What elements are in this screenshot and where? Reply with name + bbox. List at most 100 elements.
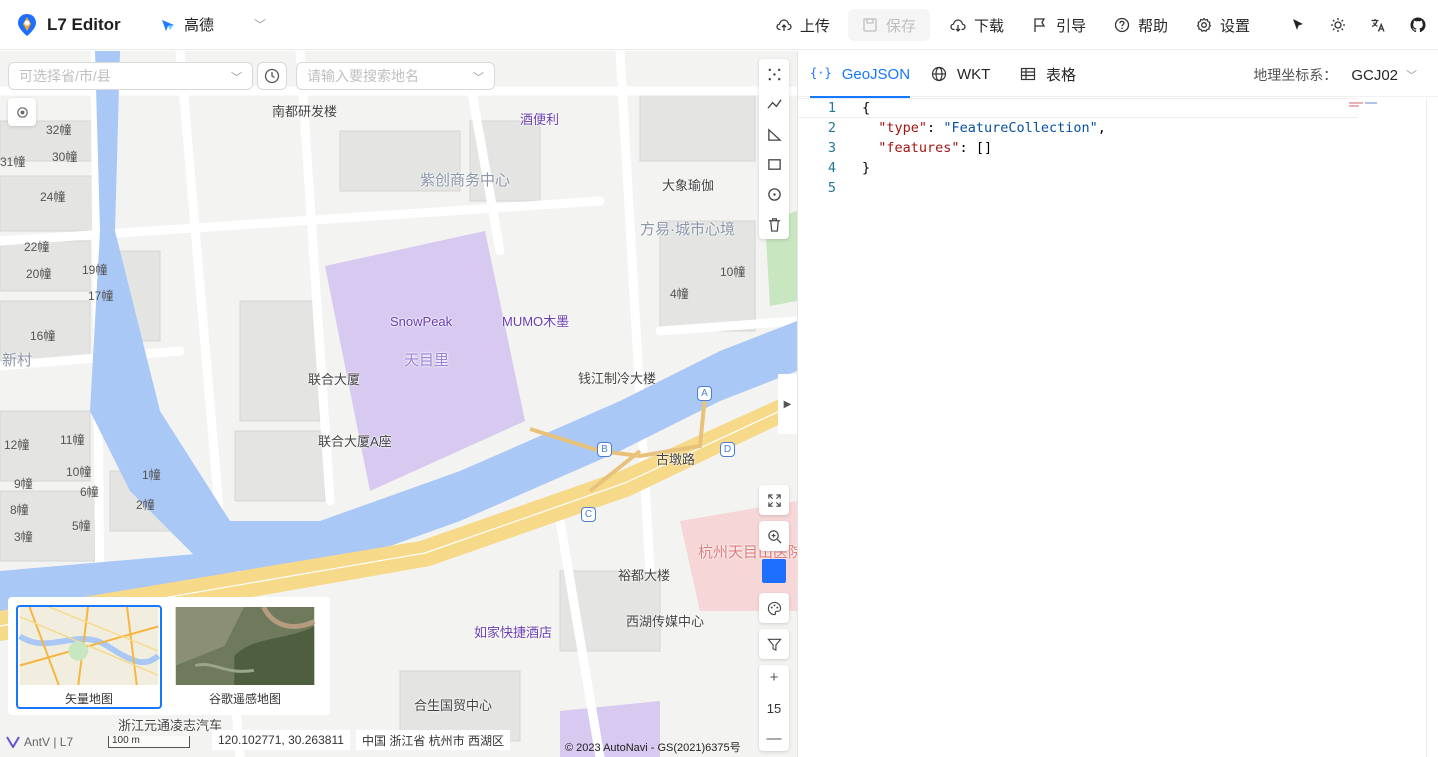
poi-label[interactable]: 钱江制冷大楼 bbox=[578, 368, 656, 387]
code-line[interactable]: 1{ bbox=[798, 98, 1358, 118]
code-line[interactable]: 2 "type": "FeatureCollection", bbox=[798, 118, 1358, 138]
theme-palette-button[interactable] bbox=[759, 593, 789, 623]
help-button[interactable]: 帮助 bbox=[1100, 9, 1182, 41]
building-label: 22幢 bbox=[24, 240, 50, 254]
top-header: L7 Editor 高德 ﹀ 上传 保存 下载 引导 帮助 设置 bbox=[0, 0, 1438, 50]
building-label: 2幢 bbox=[136, 498, 155, 512]
poi-label[interactable]: 如家快捷酒店 bbox=[474, 622, 552, 641]
draw-point-button[interactable] bbox=[759, 59, 789, 89]
building-label: 9幢 bbox=[14, 477, 33, 491]
data-panel: {·} GeoJSON WKT 表格 地理坐标系： GCJ02 ﹀ 1{2 "t… bbox=[797, 51, 1438, 757]
poi-label[interactable]: 紫创商务中心 bbox=[420, 169, 510, 190]
poi-label[interactable]: 裕都大楼 bbox=[618, 565, 670, 584]
history-button[interactable] bbox=[257, 62, 287, 90]
zoom-to-feature-button[interactable] bbox=[759, 521, 789, 551]
metro-exit-marker[interactable]: C bbox=[581, 507, 596, 522]
code-editor[interactable]: 1{2 "type": "FeatureCollection", 3 "featu… bbox=[798, 98, 1438, 757]
metro-exit-marker[interactable]: B bbox=[597, 442, 612, 457]
line-number: 5 bbox=[827, 180, 836, 196]
draw-rect-button[interactable] bbox=[759, 149, 789, 179]
language-toggle-button[interactable] bbox=[1358, 9, 1398, 41]
tab-geojson[interactable]: {·} GeoJSON bbox=[810, 51, 911, 98]
vector-map-thumbnail bbox=[18, 607, 160, 685]
guide-label: 引导 bbox=[1055, 17, 1086, 35]
circle-icon bbox=[767, 187, 781, 201]
poi-label[interactable]: 联合大厦A座 bbox=[318, 431, 392, 450]
building-label: 8幢 bbox=[10, 503, 29, 517]
settings-label: 设置 bbox=[1219, 17, 1250, 35]
map-provider-select[interactable]: 高德 ﹀ bbox=[160, 14, 266, 35]
palette-icon bbox=[767, 601, 781, 615]
filter-button[interactable] bbox=[759, 629, 789, 659]
antv-logo: AntV | L7 bbox=[6, 735, 73, 749]
locate-button[interactable] bbox=[8, 98, 36, 126]
sun-icon bbox=[1331, 18, 1345, 32]
scale-label: 100 m bbox=[112, 735, 140, 746]
editor-minimap bbox=[1349, 102, 1377, 107]
building-label: 6幢 bbox=[80, 485, 99, 499]
poi-label[interactable]: MUMO木墨 bbox=[502, 311, 569, 330]
code-line[interactable]: 5 bbox=[798, 178, 1358, 198]
draw-line-button[interactable] bbox=[759, 89, 789, 119]
region-select[interactable]: 可选择省/市/县 ﹀ bbox=[8, 62, 253, 90]
download-button[interactable]: 下载 bbox=[936, 9, 1018, 41]
crs-select[interactable]: 地理坐标系： GCJ02 ﹀ bbox=[1253, 65, 1417, 85]
fullscreen-button[interactable] bbox=[759, 485, 789, 515]
pointer-toggle-button[interactable] bbox=[1278, 9, 1318, 41]
building-label: 11幢 bbox=[60, 433, 85, 447]
translate-icon bbox=[1371, 19, 1385, 32]
theme-toggle-button[interactable] bbox=[1318, 9, 1358, 41]
poi-label[interactable]: 西湖传媒中心 bbox=[626, 611, 704, 630]
building-label: 32幢 bbox=[46, 123, 72, 137]
poi-label[interactable]: 天目里 bbox=[404, 349, 449, 370]
poi-label[interactable]: 酒便利 bbox=[520, 109, 559, 128]
building-label: 24幢 bbox=[40, 190, 66, 204]
draw-color-picker[interactable] bbox=[762, 559, 786, 583]
poi-label[interactable]: 方易·城市心境 bbox=[640, 218, 735, 239]
poi-label[interactable]: 古墩路 bbox=[656, 449, 695, 468]
l7-logo-icon bbox=[18, 14, 36, 36]
poi-label[interactable]: 联合大厦 bbox=[308, 369, 360, 388]
guide-button[interactable]: 引导 bbox=[1018, 9, 1100, 41]
panel-collapse-toggle[interactable]: ▶ bbox=[778, 374, 797, 434]
zoom-level: 15 bbox=[766, 700, 782, 716]
draw-circle-button[interactable] bbox=[759, 179, 789, 209]
poi-label[interactable]: 大象瑜伽 bbox=[662, 175, 714, 194]
tab-table[interactable]: 表格 bbox=[1020, 51, 1076, 97]
poi-label[interactable]: 新村 bbox=[2, 349, 32, 370]
cursor-icon bbox=[1293, 19, 1303, 30]
upload-button[interactable]: 上传 bbox=[762, 9, 844, 41]
metro-exit-marker[interactable]: D bbox=[720, 442, 735, 457]
code-line[interactable]: 4} bbox=[798, 158, 1358, 178]
draw-polygon-button[interactable] bbox=[759, 119, 789, 149]
basemap-vector[interactable]: 矢量地图 bbox=[16, 605, 162, 709]
building-label: 17幢 bbox=[88, 289, 114, 303]
poi-label[interactable]: 合生国贸中心 bbox=[414, 695, 492, 714]
trash-icon bbox=[768, 217, 780, 232]
crs-label: 地理坐标系： bbox=[1253, 67, 1338, 83]
code-line[interactable]: 3 "features": [] bbox=[798, 138, 1358, 158]
chevron-down-icon: ﹀ bbox=[473, 72, 484, 84]
tab-wkt[interactable]: WKT bbox=[931, 51, 990, 97]
place-search-select[interactable]: 请输入要搜索地名 ﹀ bbox=[296, 62, 495, 90]
antv-label: AntV | L7 bbox=[24, 735, 74, 749]
map-canvas[interactable]: 南都研发楼 酒便利紫创商务中心 大象瑜伽方易·城市心境 SnowPeak MUMO木墨天… bbox=[0, 51, 797, 757]
delete-feature-button[interactable] bbox=[759, 209, 789, 239]
github-link-button[interactable] bbox=[1398, 9, 1438, 41]
line-number: 3 bbox=[827, 140, 836, 156]
zoom-out-button[interactable]: — bbox=[767, 730, 782, 747]
save-button[interactable]: 保存 bbox=[847, 9, 930, 41]
poi-label[interactable]: 浙江元通凌志汽车 bbox=[118, 715, 222, 734]
flag-icon bbox=[1034, 18, 1046, 32]
amap-icon bbox=[162, 19, 174, 31]
poi-label[interactable]: SnowPeak bbox=[390, 314, 452, 329]
settings-button[interactable]: 设置 bbox=[1182, 9, 1264, 41]
editor-scrollbar[interactable] bbox=[1426, 98, 1427, 757]
poi-label[interactable]: 南都研发楼 bbox=[272, 101, 337, 120]
zoom-in-button[interactable]: + bbox=[770, 669, 779, 686]
basemap-satellite[interactable]: 谷歌遥感地图 bbox=[172, 605, 318, 709]
metro-exit-marker[interactable]: A bbox=[697, 386, 712, 401]
header-toolbar: 上传 保存 下载 引导 帮助 设置 bbox=[762, 9, 1438, 41]
antv-icon bbox=[6, 736, 20, 748]
zoom-control: + 15 — bbox=[759, 665, 789, 751]
